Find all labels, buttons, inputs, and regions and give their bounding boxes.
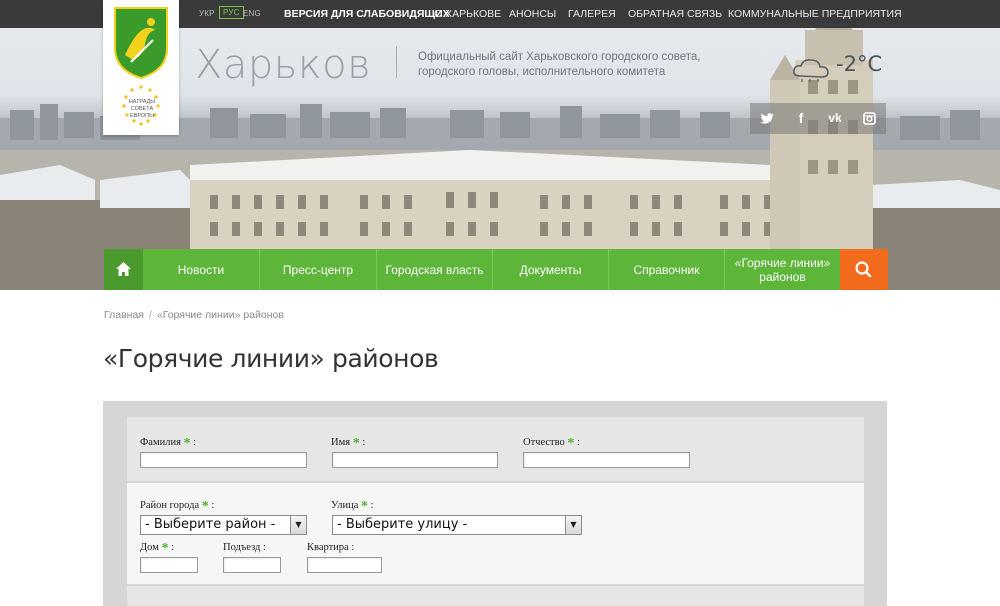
surname-label: Фамилия * : xyxy=(140,436,197,451)
site-subtitle: Официальный сайт Харьковского городского… xyxy=(418,51,701,78)
lang-rus[interactable]: РУС xyxy=(219,6,244,19)
house-label: Дом * : xyxy=(140,541,175,556)
top-link-feedback[interactable]: ОБРАТНАЯ СВЯЗЬ xyxy=(628,8,722,20)
breadcrumb: Главная / «Горячие линии» районов xyxy=(104,309,284,321)
instagram-icon[interactable] xyxy=(852,103,886,134)
vk-icon[interactable]: vk xyxy=(818,103,852,134)
title-divider xyxy=(396,46,397,78)
street-label: Улица * : xyxy=(331,499,374,514)
house-input[interactable] xyxy=(140,557,198,573)
search-button[interactable] xyxy=(840,249,888,290)
top-link-gallery[interactable]: ГАЛЕРЕЯ xyxy=(568,8,616,20)
district-label: Район города * : xyxy=(140,499,215,514)
award-text: НАГРАДЫ СОВЕТА ЕВРОПЫ xyxy=(128,99,156,119)
form-section-next xyxy=(127,586,864,606)
site-title: Харьков xyxy=(195,42,372,88)
main-nav: Новости Пресс-центр Городская власть Док… xyxy=(104,249,888,290)
page-title: «Горячие линии» районов xyxy=(103,344,439,373)
social-links: f vk xyxy=(750,103,886,134)
nav-city-government[interactable]: Городская власть xyxy=(376,249,492,290)
apartment-input[interactable] xyxy=(307,557,382,573)
top-link-accessibility[interactable]: ВЕРСИЯ ДЛЯ СЛАБОВИДЯЩИХ xyxy=(284,8,450,20)
temperature: -2°C xyxy=(836,52,883,76)
breadcrumb-home[interactable]: Главная xyxy=(104,309,144,321)
street-select[interactable]: - Выберите улицу - ▼ xyxy=(332,515,582,535)
nav-hotlines[interactable]: «Горячие линии» районов xyxy=(724,249,840,290)
lang-ukr[interactable]: УКР xyxy=(199,9,215,18)
surname-input[interactable] xyxy=(140,452,307,468)
twitter-icon[interactable] xyxy=(750,103,784,134)
district-select[interactable]: - Выберите район - ▼ xyxy=(140,515,307,535)
name-label: Имя * : xyxy=(331,436,366,451)
patronymic-label: Отчество * : xyxy=(523,436,580,451)
apartment-label: Квартира : xyxy=(307,542,355,553)
lang-eng[interactable]: ENG xyxy=(243,9,261,18)
breadcrumb-current: «Горячие линии» районов xyxy=(156,309,284,321)
chevron-down-icon: ▼ xyxy=(290,516,306,534)
search-icon xyxy=(855,261,872,278)
name-input[interactable] xyxy=(332,452,498,468)
patronymic-input[interactable] xyxy=(523,452,690,468)
top-link-utilities[interactable]: КОММУНАЛЬНЫЕ ПРЕДПРИЯТИЯ xyxy=(728,8,902,20)
cloud-snow-icon xyxy=(793,59,829,82)
nav-news[interactable]: Новости xyxy=(143,249,259,290)
hotline-form: Фамилия * : Имя * : Отчество * : Район г… xyxy=(103,401,887,606)
city-logo[interactable]: НАГРАДЫ СОВЕТА ЕВРОПЫ xyxy=(103,0,179,135)
breadcrumb-separator: / xyxy=(148,309,152,321)
chevron-down-icon: ▼ xyxy=(565,516,581,534)
top-link-about[interactable]: О ХАРЬКОВЕ xyxy=(434,8,501,20)
nav-press-center[interactable]: Пресс-центр xyxy=(259,249,376,290)
facebook-icon[interactable]: f xyxy=(784,103,818,134)
entrance-label: Подъезд : xyxy=(223,542,266,553)
home-icon xyxy=(116,262,131,276)
nav-documents[interactable]: Документы xyxy=(492,249,608,290)
nav-directory[interactable]: Справочник xyxy=(608,249,724,290)
form-section-address: Район города * : - Выберите район - ▼ Ул… xyxy=(127,483,864,584)
home-button[interactable] xyxy=(104,249,143,290)
entrance-input[interactable] xyxy=(223,557,281,573)
form-section-name: Фамилия * : Имя * : Отчество * : xyxy=(127,417,864,481)
top-link-announcements[interactable]: АНОНСЫ xyxy=(509,8,556,20)
header-hero: УКР РУС ENG ВЕРСИЯ ДЛЯ СЛАБОВИДЯЩИХ О ХА… xyxy=(0,0,1000,290)
